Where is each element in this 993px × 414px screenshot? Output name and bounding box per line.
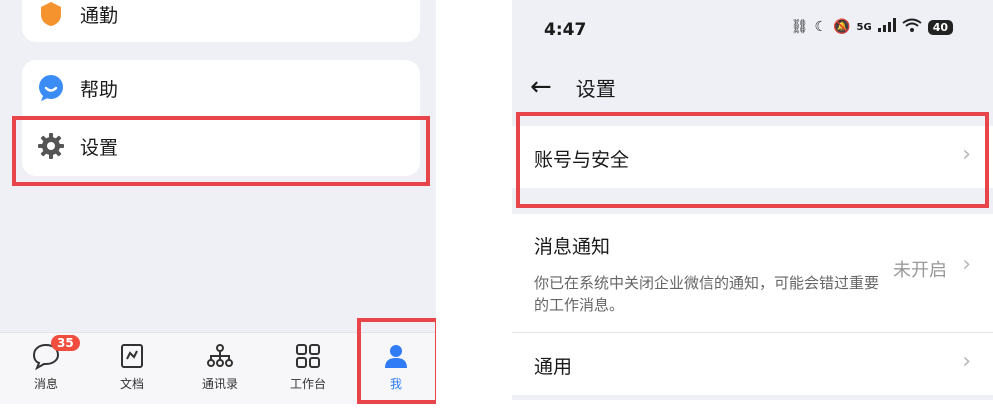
left-screen: 通勤 帮助 设置 35 消息 文档 通讯录 工作台 我 xyxy=(0,0,436,404)
signal-icon xyxy=(877,18,896,36)
unread-badge: 35 xyxy=(51,335,80,351)
menu-item-help[interactable]: 帮助 xyxy=(22,60,420,116)
link-icon: ⛓ xyxy=(790,19,809,35)
chat-bubble-icon: 35 xyxy=(31,335,80,371)
tab-contacts-label: 通讯录 xyxy=(201,377,238,391)
network-label: 5G xyxy=(856,21,872,33)
tab-documents-label: 文档 xyxy=(119,377,144,391)
tab-workbench[interactable]: 工作台 xyxy=(278,341,338,399)
tab-workbench-label: 工作台 xyxy=(289,377,326,391)
tab-documents[interactable]: 文档 xyxy=(102,341,162,399)
account-security-highlight-box xyxy=(516,112,989,208)
commute-icon xyxy=(36,0,66,29)
back-arrow-icon[interactable]: ← xyxy=(530,72,552,102)
tab-messages-label: 消息 xyxy=(33,377,58,391)
me-tab-highlight-box xyxy=(357,318,436,404)
settings-highlight-box xyxy=(12,116,430,186)
help-icon xyxy=(36,73,66,103)
menu-item-help-label: 帮助 xyxy=(80,78,119,101)
general-item[interactable]: 通用 › xyxy=(512,333,993,395)
chevron-right-icon: › xyxy=(962,252,971,277)
status-time: 4:47 xyxy=(544,20,587,40)
org-chart-icon xyxy=(205,341,235,371)
document-icon xyxy=(117,341,147,371)
notifications-status-value: 未开启 xyxy=(893,260,947,281)
notifications-description: 你已在系统中关闭企业微信的通知，可能会错过重要的工作消息。 xyxy=(534,274,880,314)
commute-card: 通勤 xyxy=(22,0,420,42)
bell-muted-icon: 🔕 xyxy=(833,19,851,35)
menu-item-commute[interactable]: 通勤 xyxy=(22,0,420,42)
tab-messages[interactable]: 35 消息 xyxy=(16,335,80,399)
wifi-icon xyxy=(902,18,922,36)
moon-icon: ☾ xyxy=(814,19,828,35)
general-label: 通用 xyxy=(534,356,573,378)
battery-icon: 40 xyxy=(927,19,953,35)
menu-item-commute-label: 通勤 xyxy=(80,4,119,27)
chevron-right-icon: › xyxy=(962,349,971,374)
nav-bar: ← 设置 xyxy=(530,72,616,102)
notifications-item[interactable]: 消息通知 未开启 › 你已在系统中关闭企业微信的通知，可能会错过重要的工作消息。 xyxy=(512,214,993,332)
grid-apps-icon xyxy=(293,341,323,371)
page-title: 设置 xyxy=(575,76,616,101)
right-screen: 4:47 ⛓ ☾ 🔕 5G 40 ← 设置 账号与安全 › 消息通知 未开启 ›… xyxy=(512,0,993,400)
status-icons: ⛓ ☾ 🔕 5G 40 xyxy=(791,18,953,36)
tab-contacts[interactable]: 通讯录 xyxy=(190,341,250,399)
notifications-label: 消息通知 xyxy=(534,236,611,258)
